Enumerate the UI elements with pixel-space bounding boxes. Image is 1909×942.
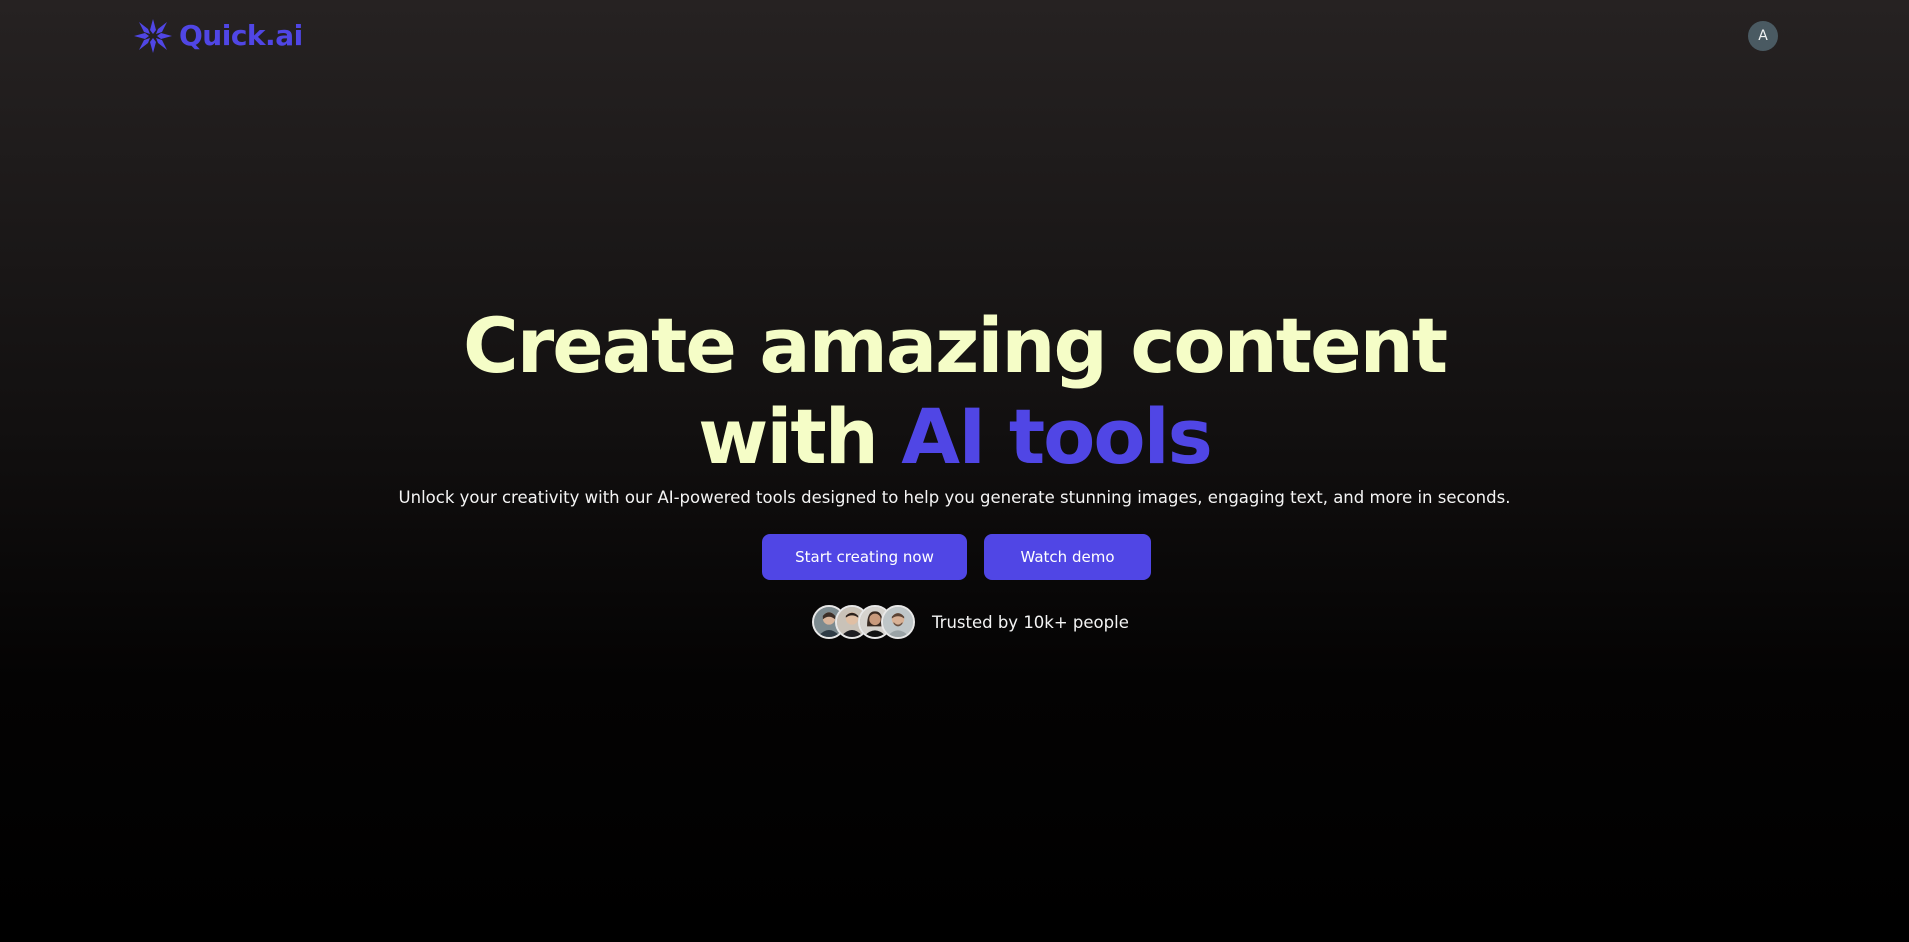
user-avatar[interactable]: A [1748, 21, 1778, 51]
hero-subtitle: Unlock your creativity with our AI-power… [398, 488, 1511, 507]
hero-title: Create amazing content with AI tools [0, 300, 1909, 482]
top-navbar: Quick.ai A [0, 0, 1909, 74]
user-avatar-group [812, 605, 915, 639]
start-creating-button[interactable]: Start creating now [762, 534, 967, 580]
brand-logo[interactable]: Quick.ai [133, 18, 303, 54]
social-proof: Trusted by 10k+ people [812, 604, 1129, 640]
trusted-by-text: Trusted by 10k+ people [932, 612, 1129, 632]
user-photo-avatar [881, 605, 915, 639]
landing-page: Quick.ai A Create amazing content with A… [0, 0, 1909, 942]
hero-title-accent: AI tools [901, 392, 1213, 481]
watch-demo-button[interactable]: Watch demo [984, 534, 1151, 580]
brand-name: Quick.ai [179, 19, 303, 52]
hero-title-line2-prefix: with [698, 392, 902, 481]
sparkle-star-icon [134, 19, 172, 53]
hero-title-line1: Create amazing content [462, 301, 1448, 390]
